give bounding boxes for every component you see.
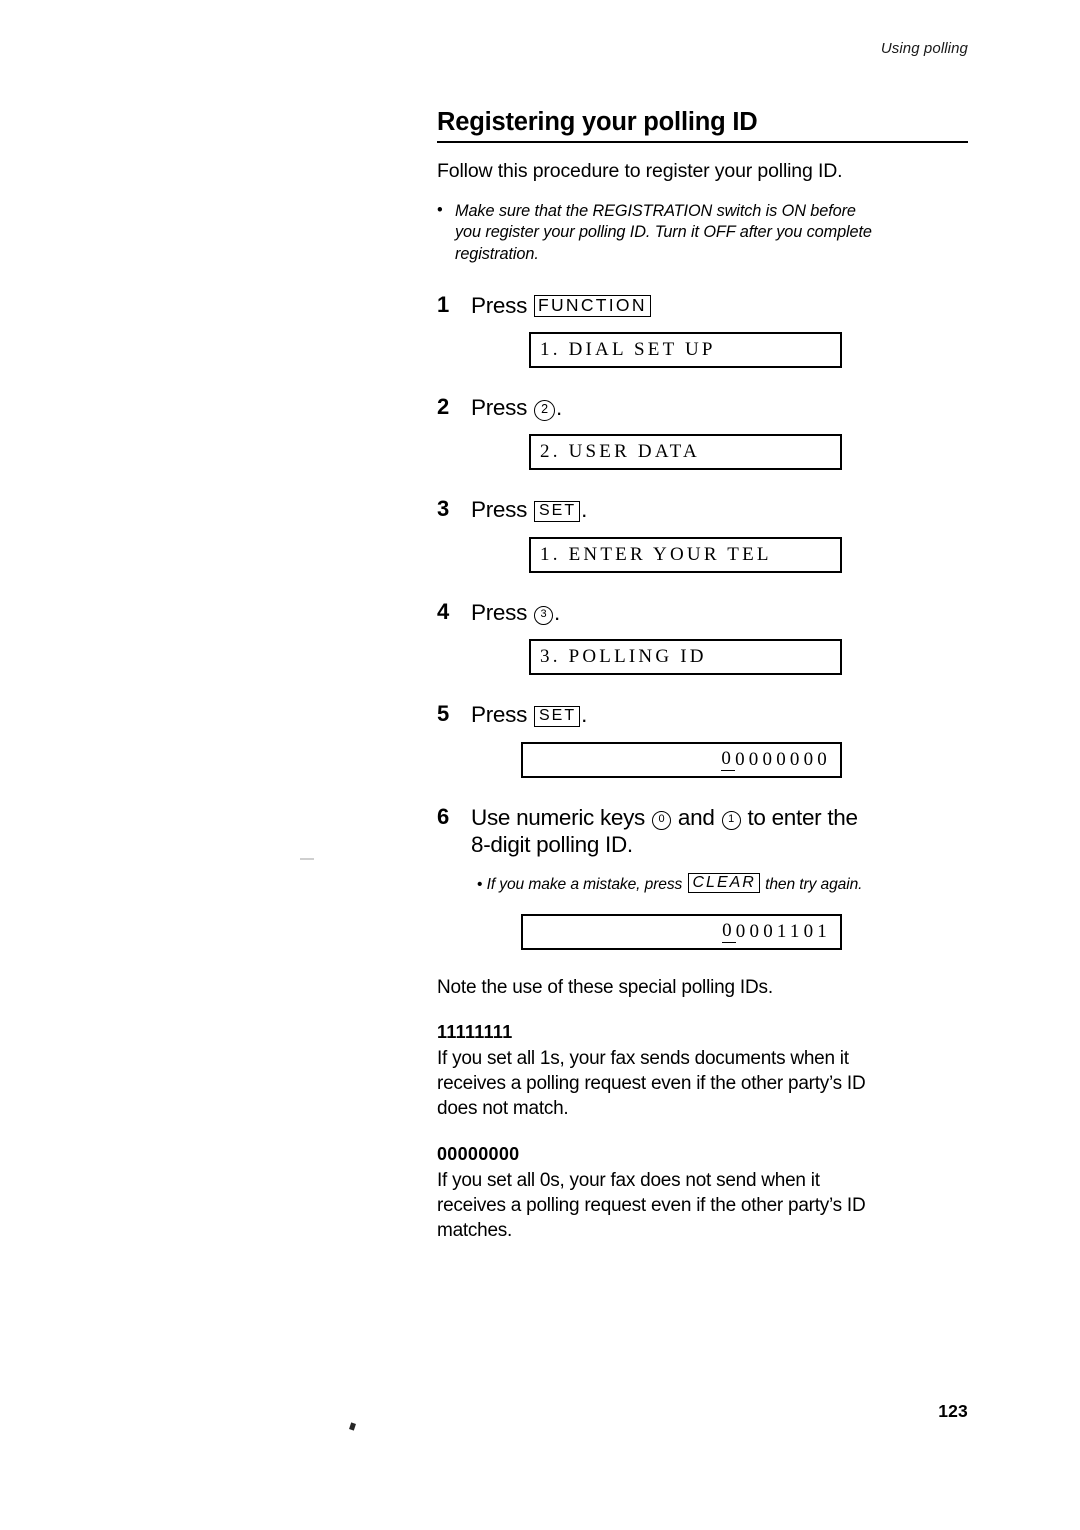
numeric-key-2-label: 2 (541, 401, 548, 416)
special-ids-lead: Note the use of these special polling ID… (437, 976, 773, 998)
numeric-key-0[interactable]: 0 (651, 810, 671, 830)
step-3-instruction: Press SET. (471, 496, 970, 523)
document-page: Using polling Registering your polling I… (0, 0, 1080, 1530)
step-4-press-label: Press (471, 599, 528, 625)
registration-note-line-1: Make sure that the REGISTRATION switch i… (455, 201, 856, 220)
clear-key[interactable]: CLEAR (687, 872, 760, 894)
lcd-display-step-3: 1. ENTER YOUR TEL (529, 536, 842, 573)
registration-note-lines: Make sure that the REGISTRATION switch i… (444, 201, 970, 266)
registration-note: • Make sure that the REGISTRATION switch… (437, 201, 970, 266)
special-id-body-all-ones: If you set all 1s, your fax sends docume… (437, 1046, 970, 1122)
lcd-digits-step-6: 0001101 (735, 920, 831, 942)
intro-paragraph: Follow this procedure to register your p… (437, 159, 843, 182)
step-6-text-before: Use numeric keys (471, 804, 646, 830)
bullet-icon: • (437, 200, 443, 219)
step-4-instruction: Press 3. (471, 599, 970, 626)
step-3-trailing: . (581, 497, 588, 523)
step-6-note-after: then try again. (765, 875, 863, 893)
step-2-number: 2 (437, 393, 450, 419)
lcd-cursor-digit-step-6: 0 (722, 920, 736, 944)
step-6: 6 Use numeric keys 0 and 1 to enter the … (437, 804, 970, 950)
registration-note-line-3: registration. (455, 244, 539, 263)
scan-artifact-mark (349, 1422, 356, 1431)
step-1-number: 1 (437, 291, 450, 317)
function-key-label: FUNCTION (537, 294, 647, 315)
special-id-body-all-zeros-line-2: receives a polling request even if the o… (437, 1194, 866, 1216)
lcd-text-step-2: 2. USER DATA (540, 441, 700, 463)
special-id-body-all-zeros-line-1: If you set all 0s, your fax does not sen… (437, 1169, 820, 1191)
lcd-display-step-1: 1. DIAL SET UP (529, 331, 842, 368)
set-key-step-3[interactable]: SET (533, 501, 581, 522)
scan-artifact-faint-line (300, 858, 314, 860)
step-1-press-label: Press (471, 292, 528, 318)
step-5-number: 5 (437, 701, 450, 727)
special-id-body-all-ones-line-1: If you set all 1s, your fax sends docume… (437, 1047, 849, 1069)
title-underline-rule (437, 140, 968, 143)
numeric-key-2[interactable]: 2 (533, 399, 555, 421)
lcd-display-step-6: 0 0001101 (521, 913, 842, 950)
step-5-trailing: . (581, 702, 588, 728)
step-4-number: 4 (437, 598, 450, 624)
numeric-key-3-label: 3 (540, 607, 547, 620)
content-column: Registering your polling ID Follow this … (437, 108, 970, 1243)
lcd-text-step-4: 3. POLLING ID (540, 646, 707, 668)
special-id-body-all-zeros-line-3: matches. (437, 1220, 513, 1242)
step-2-instruction: Press 2. (471, 394, 970, 421)
lcd-cursor-digit-step-5: 0 (721, 748, 736, 772)
step-2-trailing: . (555, 394, 562, 420)
page-number: 123 (938, 1401, 968, 1421)
step-4: 4 Press 3. 3. POLLING ID (437, 598, 970, 676)
step-2-press-label: Press (471, 394, 528, 420)
step-6-note-before: If you make a mistake, press (486, 875, 683, 893)
running-head: Using polling (880, 40, 968, 57)
bullet-icon: • (477, 875, 483, 893)
step-3-number: 3 (437, 496, 450, 522)
lcd-display-step-4: 3. POLLING ID (529, 639, 842, 676)
special-id-heading-all-zeros: 00000000 (437, 1143, 520, 1164)
special-id-body-all-ones-line-3: does not match. (437, 1098, 569, 1120)
lcd-digits-step-5: 0000000 (735, 748, 831, 770)
step-6-text-between: and (677, 804, 715, 830)
step-5: 5 Press SET. 0 0000000 (437, 701, 970, 778)
step-6-mistake-note: • If you make a mistake, press CLEAR the… (477, 872, 970, 894)
function-key[interactable]: FUNCTION (533, 294, 651, 317)
step-4-trailing: . (553, 599, 560, 625)
step-1: 1 Press FUNCTION 1. DIAL SET UP (437, 292, 970, 368)
step-6-instruction: Use numeric keys 0 and 1 to enter the 8-… (471, 804, 970, 859)
page-title: Registering your polling ID (437, 108, 758, 136)
lcd-display-step-2: 2. USER DATA (529, 434, 842, 471)
lcd-display-step-5: 0 0000000 (521, 741, 842, 778)
step-3-press-label: Press (471, 497, 528, 523)
step-6-text-after: to enter the (747, 804, 858, 830)
clear-key-label: CLEAR (692, 873, 756, 891)
step-5-instruction: Press SET. (471, 701, 970, 728)
step-6-number: 6 (437, 803, 450, 829)
special-id-body-all-ones-line-2: receives a polling request even if the o… (437, 1073, 866, 1095)
lcd-text-step-3: 1. ENTER YOUR TEL (540, 543, 772, 565)
step-6-line-2: 8-digit polling ID. (471, 832, 633, 858)
numeric-key-1-label: 1 (728, 812, 734, 825)
step-5-press-label: Press (471, 702, 528, 728)
set-key-step-3-label: SET (538, 502, 577, 520)
set-key-step-5[interactable]: SET (533, 706, 581, 727)
numeric-key-1[interactable]: 1 (721, 810, 741, 830)
step-1-instruction: Press FUNCTION (471, 292, 970, 319)
step-2: 2 Press 2. 2. USER DATA (437, 393, 970, 471)
numeric-key-0-label: 0 (658, 812, 665, 825)
special-id-body-all-zeros: If you set all 0s, your fax does not sen… (437, 1168, 970, 1244)
set-key-step-5-label: SET (538, 707, 577, 725)
registration-note-line-2: you register your polling ID. Turn it OF… (455, 223, 872, 242)
lcd-text-step-1: 1. DIAL SET UP (540, 338, 716, 360)
numeric-key-3[interactable]: 3 (533, 605, 553, 625)
step-3: 3 Press SET. 1. ENTER YOUR TEL (437, 496, 970, 573)
special-id-heading-all-ones: 11111111 (437, 1021, 513, 1042)
